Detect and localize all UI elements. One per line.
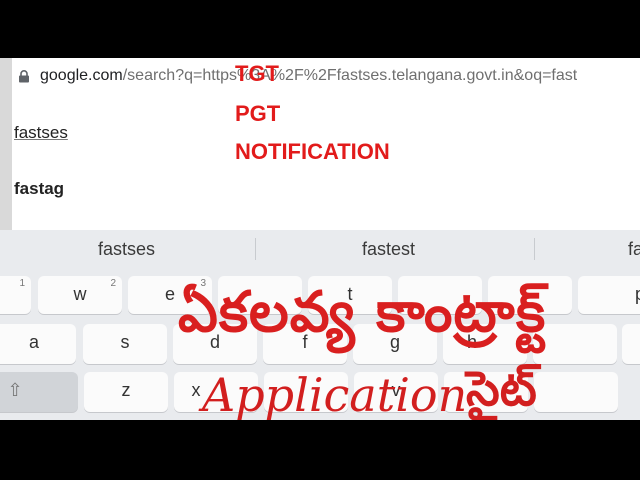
key-label: s	[120, 332, 130, 352]
lock-icon	[18, 70, 30, 83]
url-host: google.com	[40, 67, 123, 84]
suggestion-divider	[255, 238, 256, 260]
url-path: /search?q=https%3A%2F%2Ffastses.telangan…	[122, 67, 578, 84]
url-text: google.com/search?q=https%3A%2F%2Ffastse…	[40, 67, 577, 85]
key-label: w	[73, 284, 87, 304]
overlay-telugu-title: ఏకలవ్య కాంట్రాక్ట్	[178, 280, 547, 345]
key-n[interactable]	[534, 372, 618, 412]
address-bar[interactable]: google.com/search?q=https%3A%2F%2Ffastse…	[12, 58, 640, 94]
phone-screen: google.com/search?q=https%3A%2F%2Ffastse…	[0, 58, 640, 420]
key-q[interactable]: 1	[0, 276, 31, 314]
search-suggestion[interactable]: fastag	[12, 164, 640, 220]
suggestion-label: fastag	[14, 179, 65, 198]
key-s[interactable]: s	[83, 324, 167, 364]
keyboard-suggestion-strip: fastses fastest fa	[0, 230, 640, 268]
word-suggestion[interactable]: fa	[628, 239, 640, 260]
key-number: 1	[19, 278, 25, 289]
overlay-site: సైట్	[466, 361, 537, 417]
shift-arrow-icon: ⇧	[7, 380, 23, 400]
suggestion-divider	[534, 238, 535, 260]
key-a[interactable]: a	[0, 324, 76, 364]
key-label: p	[634, 284, 640, 304]
key-number: 2	[110, 278, 116, 289]
word-suggestion[interactable]: fastest	[362, 239, 415, 260]
shift-key[interactable]: ⇧	[0, 372, 78, 412]
key-p[interactable]: p	[578, 276, 640, 314]
key-l[interactable]	[622, 324, 640, 364]
suggestion-label: fastses	[14, 123, 68, 142]
key-label: a	[28, 332, 39, 352]
overlay-tgt: TGT	[235, 61, 279, 86]
overlay-application: Application	[202, 368, 468, 420]
overlay-notification: NOTIFICATION	[235, 139, 390, 164]
word-suggestion[interactable]: fastses	[98, 239, 155, 260]
overlay-pgt: PGT	[235, 101, 281, 126]
key-w[interactable]: w2	[38, 276, 122, 314]
